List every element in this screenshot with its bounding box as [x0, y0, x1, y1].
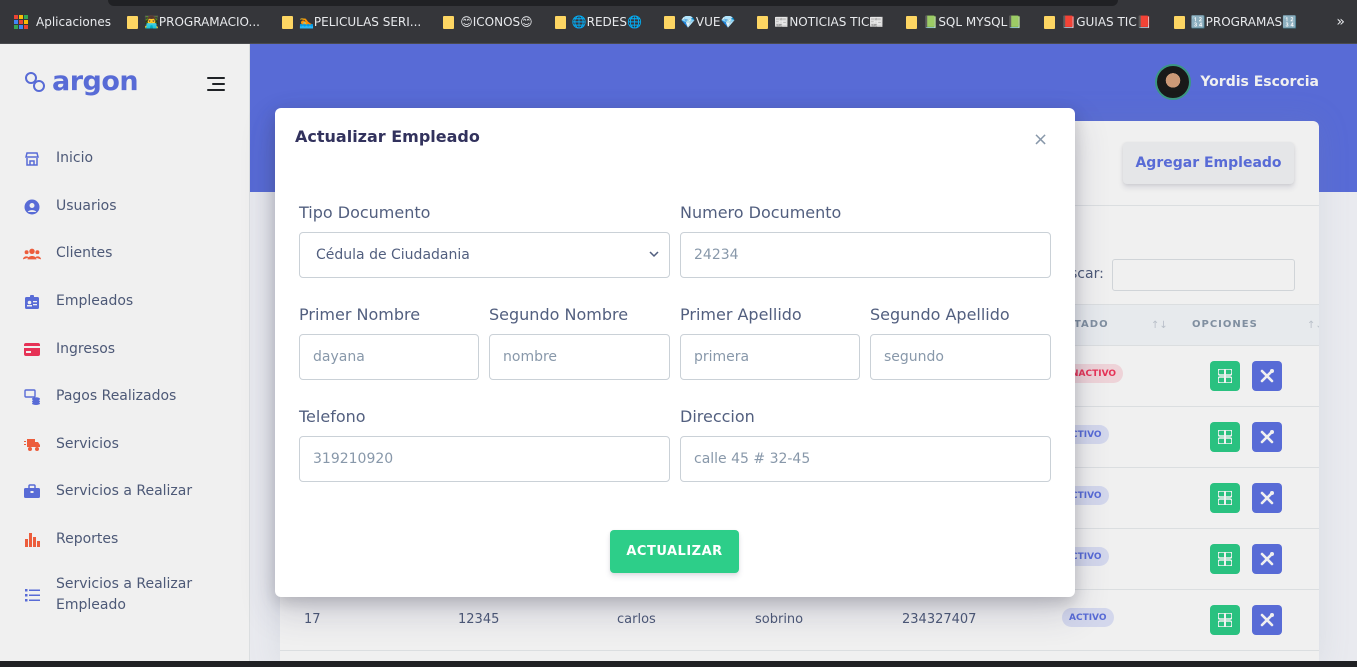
label-numero-documento: Numero Documento	[680, 203, 842, 222]
bookmark-apps-label: Aplicaciones	[36, 15, 111, 29]
folder-icon	[281, 15, 293, 29]
bookmark-label: 😊ICONOS😊	[460, 15, 533, 29]
folder-icon	[443, 15, 455, 29]
tipo-documento-select[interactable]: Cédula de Ciudadania	[299, 232, 670, 278]
primer-apellido-input[interactable]: primera	[680, 334, 860, 380]
direccion-value: calle 45 # 32-45	[694, 451, 811, 467]
label-telefono: Telefono	[299, 407, 366, 426]
apps-grid-icon	[14, 15, 28, 29]
bookmarks-overflow-button[interactable]: »	[1336, 14, 1345, 30]
update-button[interactable]: ACTUALIZAR	[610, 530, 739, 573]
bookmark-folder-noticias[interactable]: 📰NOTICIAS TIC📰	[757, 15, 884, 29]
label-segundo-apellido: Segundo Apellido	[870, 305, 1010, 324]
segundo-nombre-value: nombre	[503, 349, 558, 365]
primer-nombre-value: dayana	[313, 349, 365, 365]
segundo-apellido-value: segundo	[884, 349, 944, 365]
bookmark-label: 🌐REDES🌐	[571, 15, 642, 29]
tipo-documento-value: Cédula de Ciudadania	[316, 247, 470, 263]
label-primer-nombre: Primer Nombre	[299, 305, 421, 324]
folder-icon	[126, 15, 138, 29]
bookmark-folder-vue[interactable]: 💎VUE💎	[663, 15, 736, 29]
bookmark-label: 💎VUE💎	[680, 15, 736, 29]
telefono-input[interactable]: 319210920	[299, 436, 670, 482]
bookmark-folder-sql[interactable]: 📗SQL MYSQL📗	[906, 15, 1022, 29]
bookmark-folder-programacion[interactable]: 👨‍💻PROGRAMACIO...	[126, 15, 260, 29]
label-segundo-nombre: Segundo Nombre	[489, 305, 629, 324]
update-employee-modal: Actualizar Empleado × Tipo Documento Céd…	[275, 108, 1075, 597]
bookmark-folder-programas[interactable]: 🔢PROGRAMAS🔢	[1173, 15, 1298, 29]
bookmark-folder-iconos[interactable]: 😊ICONOS😊	[443, 15, 533, 29]
bookmark-label: 📗SQL MYSQL📗	[923, 15, 1023, 29]
bookmark-folder-guias[interactable]: 📕GUIAS TIC📕	[1044, 15, 1152, 29]
primer-apellido-value: primera	[694, 349, 750, 365]
bookmark-folder-peliculas[interactable]: 🏊PELICULAS SERI...	[281, 15, 422, 29]
taskbar-edge	[0, 661, 1357, 667]
close-icon[interactable]: ×	[1033, 130, 1048, 150]
segundo-nombre-input[interactable]: nombre	[489, 334, 670, 380]
modal-title: Actualizar Empleado	[295, 127, 480, 146]
numero-documento-value: 24234	[694, 247, 739, 263]
bookmark-label: 📕GUIAS TIC📕	[1061, 15, 1152, 29]
label-tipo-documento: Tipo Documento	[299, 203, 431, 222]
folder-icon	[757, 15, 769, 29]
bookmark-apps[interactable]: Aplicaciones	[14, 15, 111, 29]
folder-icon	[1173, 15, 1185, 29]
primer-nombre-input[interactable]: dayana	[299, 334, 479, 380]
direccion-input[interactable]: calle 45 # 32-45	[680, 436, 1051, 482]
folder-icon	[554, 15, 566, 29]
bookmark-label: 👨‍💻PROGRAMACIO...	[143, 15, 260, 29]
bookmark-folder-redes[interactable]: 🌐REDES🌐	[554, 15, 642, 29]
folder-icon	[663, 15, 675, 29]
chevron-down-icon	[649, 251, 659, 258]
folder-icon	[1044, 15, 1056, 29]
address-bar-edge	[108, 0, 1118, 6]
label-primer-apellido: Primer Apellido	[680, 305, 802, 324]
segundo-apellido-input[interactable]: segundo	[870, 334, 1051, 380]
numero-documento-input[interactable]: 24234	[680, 232, 1051, 278]
label-direccion: Direccion	[680, 407, 755, 426]
bookmark-label: 🔢PROGRAMAS🔢	[1190, 15, 1298, 29]
bookmark-label: 📰NOTICIAS TIC📰	[774, 15, 885, 29]
bookmarks-bar: Aplicaciones 👨‍💻PROGRAMACIO... 🏊PELICULA…	[0, 0, 1357, 44]
telefono-value: 319210920	[313, 451, 394, 467]
folder-icon	[906, 15, 918, 29]
bookmark-label: 🏊PELICULAS SERI...	[298, 15, 422, 29]
